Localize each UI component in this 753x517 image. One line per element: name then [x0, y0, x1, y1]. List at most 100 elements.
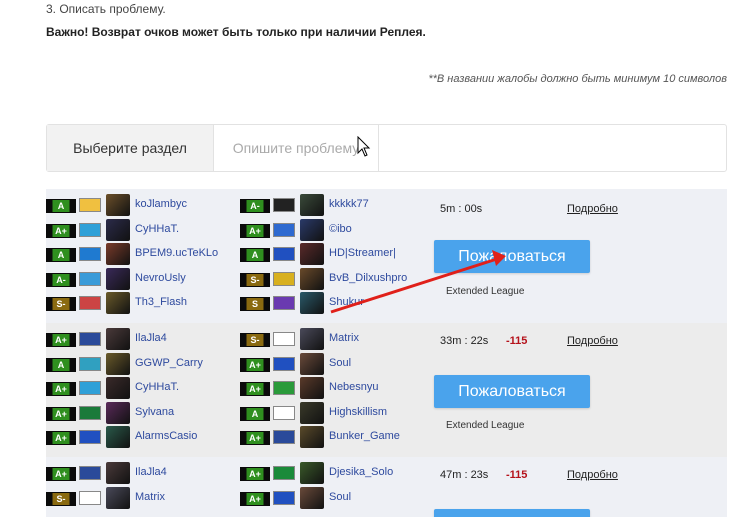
important-notice: Важно! Возврат очков может быть только п… [46, 25, 426, 39]
player-row: A- NevroUsly [46, 267, 236, 293]
player-name-link[interactable]: Matrix [329, 332, 359, 344]
country-flag-icon [273, 356, 295, 371]
country-flag-icon [79, 356, 101, 371]
hero-portrait-icon [300, 292, 324, 314]
hero-portrait-icon [300, 194, 324, 216]
game-duration: 33m : 22s [440, 335, 489, 347]
game-row: A+ IlaJla4 S- Matrix A+ Djesika_Solo A+ Soul 47m… [46, 457, 727, 517]
player-row: A+ CyHHaT. [46, 218, 236, 244]
rank-badge: A+ [46, 406, 76, 421]
details-link[interactable]: Подробно [567, 203, 618, 215]
hero-portrait-icon [300, 426, 324, 448]
hero-portrait-icon [300, 218, 324, 241]
player-name-link[interactable]: AlarmsCasio [135, 430, 197, 442]
score-change: -115 [506, 469, 528, 481]
country-flag-icon [273, 405, 295, 420]
player-name-link[interactable]: GGWP_Carry [135, 357, 203, 369]
player-name-link[interactable]: Shukur [329, 296, 364, 308]
hero-portrait-icon [106, 352, 130, 375]
details-link[interactable]: Подробно [567, 335, 618, 347]
player-name-link[interactable]: Bunker_Game [329, 430, 400, 442]
rank-badge: A+ [240, 382, 270, 396]
player-name-link[interactable]: Highskillism [329, 406, 387, 418]
player-row: A+ Soul [240, 486, 430, 512]
player-row: A+ AlarmsCasio [46, 426, 236, 451]
report-button[interactable]: Пожаловаться [434, 509, 590, 517]
games-list: AkoJlambyc A+ CyHHaT. A BPEM9.ucTeKLo A- Nevro… [46, 189, 727, 517]
rank-badge: A+ [46, 382, 76, 396]
hero-portrait-icon [106, 426, 130, 448]
player-row: A+ IlaJla4 [46, 328, 236, 353]
player-row: A+ CyHHaT. [46, 377, 236, 402]
player-row: A+ Djesika_Solo [240, 462, 430, 487]
country-flag-icon [273, 381, 295, 395]
country-flag-icon [273, 296, 295, 310]
hero-portrait-icon [106, 243, 130, 265]
title-length-note: **В названии жалобы должно быть минимум … [428, 73, 727, 85]
score-change: -115 [506, 335, 528, 347]
player-row: S- Matrix [46, 486, 236, 512]
player-name-link[interactable]: koJlambyc [135, 198, 187, 210]
team-radiant: AkoJlambyc A+ CyHHaT. A BPEM9.ucTeKLo A- Nevro… [46, 194, 236, 317]
rank-badge: S- [46, 297, 76, 311]
player-row: A HD|Streamer| [240, 243, 430, 268]
player-name-link[interactable]: Th3_Flash [135, 296, 187, 308]
rank-badge: A [46, 199, 76, 213]
player-name-link[interactable]: IlaJla4 [135, 466, 167, 478]
rank-badge: A+ [240, 223, 270, 238]
player-name-link[interactable]: BPEM9.ucTeKLo [135, 247, 218, 259]
player-name-link[interactable]: HD|Streamer| [329, 247, 396, 259]
hero-portrait-icon [106, 292, 130, 314]
team-dire: S- Matrix A+ Soul A+ Nebesnyu A Highskillism A+ B… [240, 328, 430, 451]
player-name-link[interactable]: Nebesnyu [329, 381, 379, 393]
hero-portrait-icon [106, 377, 130, 399]
hero-portrait-icon [300, 328, 324, 350]
player-name-link[interactable]: kkkkk77 [329, 198, 369, 210]
player-name-link[interactable]: CyHHaT. [135, 381, 179, 393]
player-name-link[interactable]: Soul [329, 491, 351, 503]
player-row: A+ Soul [240, 352, 430, 378]
rank-badge: A+ [46, 467, 76, 481]
player-name-link[interactable]: CyHHaT. [135, 223, 179, 235]
hero-portrait-icon [106, 194, 130, 216]
player-row: A+ IlaJla4 [46, 462, 236, 487]
hero-portrait-icon [106, 486, 130, 509]
player-name-link[interactable]: Djesika_Solo [329, 466, 393, 478]
team-dire: A-kkkkk77 A+ ©ibo A HD|Streamer| S- BvB_Dilxus… [240, 194, 430, 317]
player-name-link[interactable]: NevroUsly [135, 272, 186, 284]
player-row: A+ Sylvana [46, 401, 236, 427]
country-flag-icon [273, 466, 295, 480]
league-label: Extended League [446, 286, 525, 297]
player-row: S Shukur [240, 292, 430, 317]
player-name-link[interactable]: IlaJla4 [135, 332, 167, 344]
rank-badge: A [240, 248, 270, 262]
team-dire: A+ Djesika_Solo A+ Soul [240, 462, 430, 511]
hero-portrait-icon [300, 243, 324, 265]
tab-describe-problem[interactable]: Опишите проблему [214, 125, 379, 171]
report-button[interactable]: Пожаловаться [434, 240, 590, 273]
player-row: S- BvB_Dilxushpro [240, 267, 430, 293]
player-name-link[interactable]: Matrix [135, 491, 165, 503]
report-button[interactable]: Пожаловаться [434, 375, 590, 408]
player-row: S- Matrix [240, 328, 430, 353]
country-flag-icon [273, 271, 295, 286]
player-name-link[interactable]: ©ibo [329, 223, 352, 235]
tab-select-section[interactable]: Выберите раздел [47, 125, 214, 171]
team-radiant: A+ IlaJla4 A GGWP_Carry A+ CyHHaT. A+ Sylvana A+… [46, 328, 236, 451]
player-name-link[interactable]: Sylvana [135, 406, 174, 418]
rank-badge: A+ [46, 431, 76, 445]
hero-portrait-icon [106, 218, 130, 241]
country-flag-icon [79, 381, 101, 395]
rank-badge: A- [240, 199, 270, 213]
hero-portrait-icon [300, 377, 324, 399]
details-link[interactable]: Подробно [567, 469, 618, 481]
mouse-cursor-icon [357, 136, 371, 157]
step-3-text: 3. Описать проблему. [46, 2, 166, 16]
player-name-link[interactable]: Soul [329, 357, 351, 369]
player-row: S- Th3_Flash [46, 292, 236, 317]
hero-portrait-icon [300, 267, 324, 290]
country-flag-icon [79, 332, 101, 346]
hero-portrait-icon [106, 328, 130, 350]
rank-badge: S- [240, 333, 270, 347]
player-name-link[interactable]: BvB_Dilxushpro [329, 272, 407, 284]
